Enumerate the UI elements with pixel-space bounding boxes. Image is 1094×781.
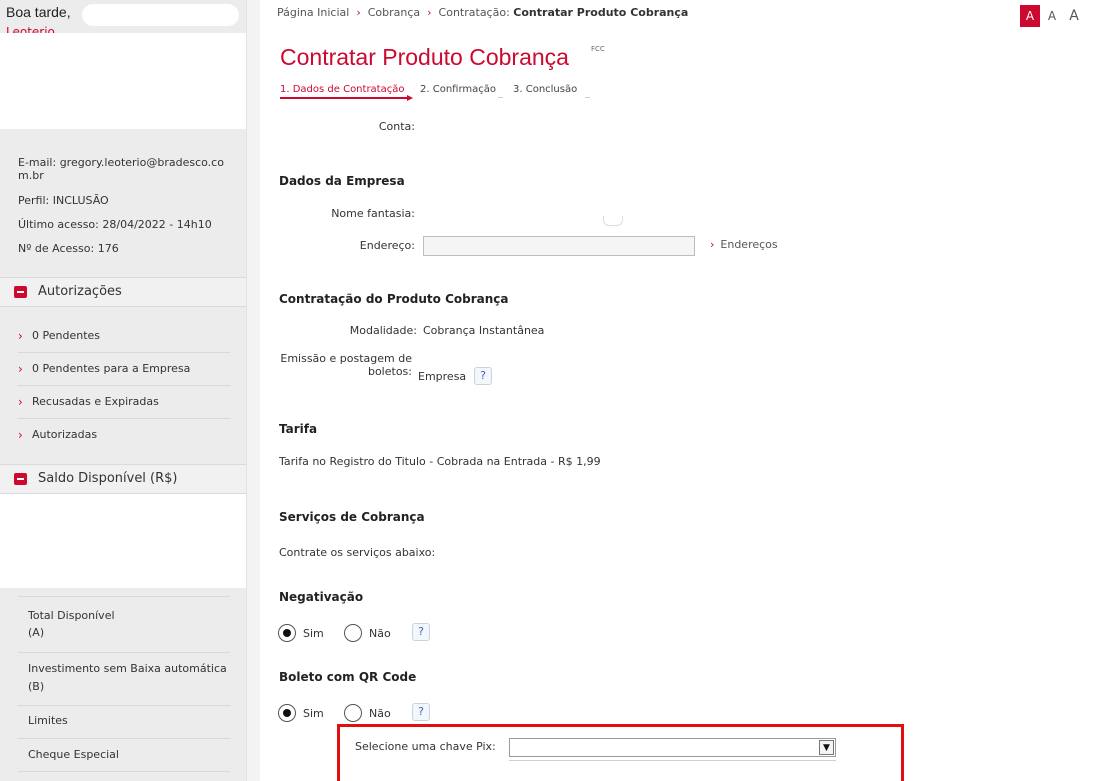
pix-key-label: Selecione uma chave Pix:: [355, 740, 496, 753]
balance-sub: (A): [28, 626, 45, 639]
sidebar-item-label: Autorizadas: [32, 428, 98, 441]
sidebar-item-pendentes-empresa[interactable]: › 0 Pendentes para a Empresa: [18, 353, 230, 386]
chevron-right-icon: ›: [710, 238, 715, 251]
redacted-chip: [603, 216, 623, 226]
negativacao-title: Negativação: [279, 590, 364, 604]
step-dados-contratacao: 1. Dados de Contratação: [280, 84, 405, 95]
balance-label: Limites: [28, 714, 68, 727]
breadcrumb-cobranca[interactable]: Cobrança: [368, 6, 420, 19]
sidebar-item-autorizadas[interactable]: › Autorizadas: [18, 419, 230, 452]
redacted-name-mask: [82, 4, 239, 26]
nome-fantasia-label: Nome fantasia:: [331, 207, 415, 220]
sidebar: Boa tarde, Leoterio E-mail: gregory.leot…: [0, 0, 250, 781]
qrcode-sim-label: Sim: [303, 707, 324, 720]
balance-cheque-especial[interactable]: Cheque Especial: [18, 738, 230, 772]
balance-limites[interactable]: Limites: [18, 705, 230, 738]
chevron-right-icon: ›: [18, 362, 23, 376]
qrcode-nao-label: Não: [369, 707, 391, 720]
balance-header[interactable]: Saldo Disponível (R$): [0, 464, 246, 494]
font-size-increase-button[interactable]: A: [1064, 5, 1084, 27]
dados-empresa-title: Dados da Empresa: [279, 174, 405, 188]
emissao-label: Emissão e postagem de boletos:: [260, 352, 412, 378]
emissao-value: Empresa: [418, 370, 467, 383]
greeting: Boa tarde,: [6, 4, 71, 20]
user-email: E-mail: gregory.leoterio@bradesco.co m.b…: [18, 156, 224, 182]
redacted-area: [0, 33, 250, 129]
balance-label: Investimento sem Baixa automática: [28, 662, 227, 675]
page-title: Contratar Produto Cobrança: [280, 44, 569, 70]
user-profile: Perfil: INCLUSÃO: [18, 194, 109, 207]
qrcode-nao-radio[interactable]: [344, 704, 362, 722]
user-email-line2: m.br: [18, 169, 44, 182]
chevron-right-icon: ›: [18, 395, 23, 409]
collapse-icon[interactable]: [14, 473, 27, 485]
endereco-label: Endereço:: [359, 239, 415, 252]
font-size-decrease-button[interactable]: A: [1020, 5, 1040, 27]
user-email-line1: E-mail: gregory.leoterio@bradesco.co: [18, 156, 224, 169]
authorizations-title: Autorizações: [38, 284, 122, 299]
qrcode-title: Boleto com QR Code: [279, 670, 417, 684]
balance-label: Total Disponível: [28, 609, 115, 622]
breadcrumb-home[interactable]: Página Inicial: [277, 6, 349, 19]
balance-total-disponivel[interactable]: Total Disponível (A): [18, 596, 230, 652]
chevron-right-icon: ›: [18, 428, 23, 442]
negativacao-nao-label: Não: [369, 627, 391, 640]
balance-title: Saldo Disponível (R$): [38, 471, 178, 486]
last-access: Último acesso: 28/04/2022 - 14h10: [18, 218, 212, 231]
negativacao-nao-radio[interactable]: [344, 624, 362, 642]
modalidade-value: Cobrança Instantânea: [423, 324, 545, 337]
modalidade-label: Modalidade:: [349, 324, 417, 337]
balance-investimento[interactable]: Investimento sem Baixa automática (B): [18, 652, 230, 705]
sidebar-item-label: Recusadas e Expiradas: [32, 395, 159, 408]
sidebar-item-pendentes[interactable]: › 0 Pendentes: [18, 320, 230, 353]
step-conclusao: 3. Conclusão: [513, 84, 578, 95]
page-code: FCC: [591, 45, 605, 53]
chevron-down-icon[interactable]: ▼: [819, 740, 834, 755]
font-size-normal-button[interactable]: A: [1042, 5, 1062, 27]
emissao-label-line2: boletos:: [367, 365, 412, 378]
breadcrumb-current: Contratar Produto Cobrança: [513, 6, 689, 19]
collapse-icon[interactable]: [14, 286, 27, 298]
access-count: Nº de Acesso: 176: [18, 242, 119, 255]
chevron-right-icon: ›: [356, 6, 361, 19]
main-content: Página Inicial › Cobrança › Contratação: Con…: [260, 0, 1094, 781]
step-divider: [585, 97, 590, 98]
chevron-right-icon: ›: [18, 329, 23, 343]
step-divider: [498, 97, 503, 98]
redacted-area: [0, 494, 250, 588]
breadcrumb-current-prefix: Contratação:: [438, 6, 510, 19]
help-icon[interactable]: ?: [412, 703, 430, 721]
breadcrumb: Página Inicial › Cobrança › Contratação: Con…: [277, 6, 688, 19]
balance-sub: (B): [28, 680, 45, 693]
chevron-right-icon: ›: [427, 6, 432, 19]
sidebar-item-label: 0 Pendentes para a Empresa: [32, 362, 191, 375]
servicos-text: Contrate os serviços abaixo:: [279, 546, 436, 559]
step-arrow-icon: [407, 95, 413, 101]
servicos-title: Serviços de Cobrança: [279, 510, 425, 524]
contratacao-produto-title: Contratação do Produto Cobrança: [279, 292, 509, 306]
sidebar-gutter: [246, 0, 260, 781]
step-confirmacao: 2. Confirmação: [420, 84, 497, 95]
conta-label: Conta:: [378, 120, 415, 133]
enderecos-link[interactable]: › Endereços: [710, 238, 778, 251]
tarifa-title: Tarifa: [279, 422, 318, 436]
negativacao-sim-radio[interactable]: [278, 624, 296, 642]
negativacao-sim-label: Sim: [303, 627, 324, 640]
sidebar-item-recusadas[interactable]: › Recusadas e Expiradas: [18, 386, 230, 419]
authorizations-header[interactable]: Autorizações: [0, 277, 246, 307]
pix-select-divider: [509, 760, 836, 761]
help-icon[interactable]: ?: [474, 367, 492, 385]
endereco-field[interactable]: [423, 236, 695, 256]
active-step-indicator: [280, 97, 410, 99]
enderecos-link-label: Endereços: [720, 238, 778, 251]
emissao-label-line1: Emissão e postagem de: [280, 352, 412, 365]
sidebar-item-label: 0 Pendentes: [32, 329, 101, 342]
pix-key-select[interactable]: ▼: [509, 738, 836, 757]
qrcode-sim-radio[interactable]: [278, 704, 296, 722]
tarifa-text: Tarifa no Registro do Titulo - Cobrada n…: [279, 455, 601, 468]
balance-label: Cheque Especial: [28, 748, 119, 761]
help-icon[interactable]: ?: [412, 623, 430, 641]
